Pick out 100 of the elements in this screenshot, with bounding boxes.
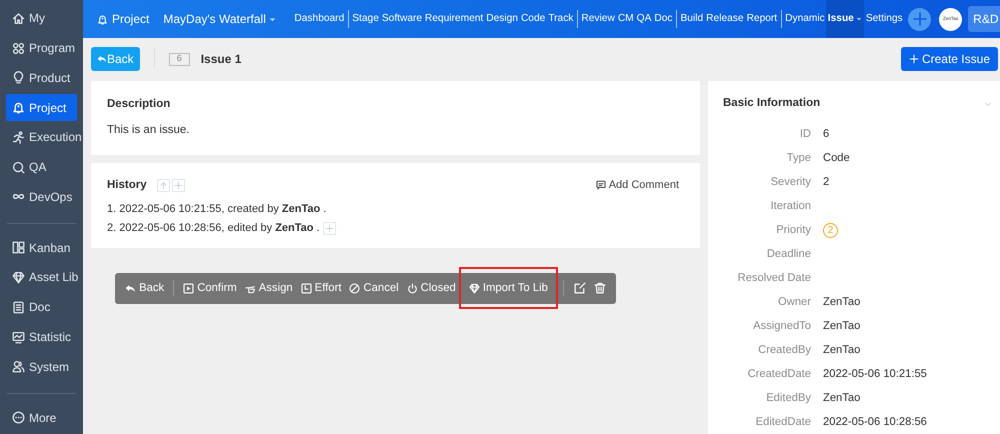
plus-icon (908, 54, 919, 64)
edit-icon (574, 282, 586, 294)
field-value: 6 (823, 126, 830, 142)
add-button[interactable] (908, 8, 932, 30)
nav-tab[interactable]: Settings (864, 0, 904, 38)
nav-tab[interactable]: Release (704, 0, 746, 38)
play-square-icon (183, 282, 194, 294)
more-icon (12, 411, 25, 424)
field-label: AssignedTo (752, 318, 811, 334)
sidebar-item[interactable]: My (6, 5, 77, 32)
nav-tab[interactable]: Stage (350, 0, 380, 38)
panel-title: Basic Information (723, 96, 820, 111)
mode-switch-button[interactable]: R&D (968, 6, 1000, 32)
search-icon (12, 160, 25, 174)
nav-tab[interactable]: QA (635, 0, 653, 38)
sidebar-item[interactable]: Asset Lib (6, 264, 77, 291)
expand-button[interactable] (172, 178, 185, 192)
sidebar-item[interactable]: Product (6, 64, 77, 92)
toolbar-button[interactable]: Effort (298, 272, 344, 304)
nav-tab[interactable]: Design (484, 0, 520, 38)
home-icon (12, 12, 25, 25)
field-label: Priority (775, 222, 811, 238)
back-button[interactable]: Back (91, 47, 140, 71)
nav-tab[interactable]: Dashboard (292, 0, 346, 38)
running-person-icon (12, 130, 25, 144)
field-label: EditedDate (754, 414, 811, 430)
diamond-icon (468, 282, 480, 294)
nav-tab[interactable]: Build (679, 0, 705, 38)
plus-icon (174, 180, 183, 190)
sidebar-item[interactable]: DevOps (6, 184, 77, 210)
section-title: History (107, 178, 147, 192)
toolbar-button[interactable]: Import To Lib (460, 269, 556, 308)
field-label: Iteration (770, 198, 811, 214)
field-label: CreatedDate (746, 366, 811, 382)
sidebar-item[interactable]: Doc (6, 294, 77, 320)
field-label: CreatedBy (757, 342, 811, 358)
field-value: 2022-05-06 10:21:55 (823, 366, 927, 382)
create-issue-button[interactable]: Create Issue (900, 47, 998, 71)
comment-icon (596, 180, 606, 190)
field-value: ZenTao (823, 390, 860, 406)
diamond-icon (12, 270, 25, 284)
field-value: ZenTao (823, 342, 860, 358)
field-value: 2 (823, 174, 830, 190)
field-label: Type (786, 150, 811, 166)
sidebar-item[interactable]: Statistic (6, 324, 77, 350)
sidebar-item[interactable]: QA (6, 154, 77, 180)
sidebar-item[interactable]: Program (6, 34, 77, 62)
project-dropdown[interactable]: MayDay's Waterfall (163, 10, 277, 28)
power-icon (406, 282, 418, 294)
bell-icon (97, 14, 108, 24)
issue-title: Issue 1 (200, 51, 242, 68)
caret-down-icon (854, 15, 863, 23)
toolbar-button[interactable]: Assign (242, 272, 296, 304)
chevron-down-icon (984, 100, 992, 108)
bell-icon (12, 101, 25, 114)
nav-tab[interactable]: Review (580, 0, 616, 38)
reply-arrow-icon (97, 54, 107, 64)
expand-button[interactable] (322, 222, 336, 235)
reply-arrow-icon (125, 282, 136, 294)
clock-icon (300, 282, 312, 294)
sidebar-item[interactable]: Project (6, 94, 77, 121)
description-text: This is an issue. (107, 123, 190, 138)
toolbar-button[interactable]: Confirm (180, 272, 240, 304)
grid-icon (12, 42, 25, 55)
prohibited-icon (349, 282, 360, 294)
add-comment-link[interactable]: Add Comment (596, 176, 679, 194)
field-label: Resolved Date (736, 270, 811, 286)
priority-badge: 2 (823, 222, 838, 238)
sidebar-item[interactable]: System (6, 354, 77, 380)
lightbulb-icon (12, 71, 25, 84)
field-value: ZenTao (823, 318, 860, 334)
field-value: ZenTao (823, 294, 860, 310)
monitor-icon (12, 330, 25, 344)
field-label: Deadline (766, 246, 811, 262)
nav-tab[interactable]: Software Requirement (380, 0, 485, 38)
section-title: Description (107, 97, 172, 112)
collapse-button[interactable] (984, 100, 992, 108)
history-entry: 1. 2022-05-06 10:21:55, created by ZenTao . (107, 202, 326, 217)
field-value: 2022-05-06 10:28:56 (823, 414, 927, 430)
nav-tab[interactable]: Code (519, 0, 547, 38)
up-arrow-icon (158, 180, 168, 190)
kanban-icon (12, 241, 25, 254)
users-icon (12, 360, 25, 374)
nav-tab[interactable]: Report (745, 0, 779, 38)
nav-tab[interactable]: Dynamic (784, 0, 826, 38)
toolbar-button[interactable]: Cancel (346, 272, 402, 304)
field-label: Severity (770, 174, 811, 190)
toolbar-button[interactable]: Back (122, 272, 168, 304)
sidebar-item[interactable]: More (6, 404, 77, 431)
nav-tab[interactable]: Issue (826, 0, 864, 38)
collapse-button[interactable] (156, 178, 170, 192)
toolbar-button[interactable]: Closed (404, 272, 459, 304)
field-value: Code (823, 150, 850, 166)
nav-tab[interactable]: Doc (652, 0, 674, 38)
field-label: Owner (777, 294, 811, 310)
nav-tab[interactable]: Track (546, 0, 575, 38)
breadcrumb-link[interactable]: Project (97, 10, 150, 28)
field-label: ID (798, 126, 811, 142)
nav-tab[interactable]: CM (616, 0, 636, 38)
sidebar-item[interactable]: Kanban (6, 234, 77, 261)
